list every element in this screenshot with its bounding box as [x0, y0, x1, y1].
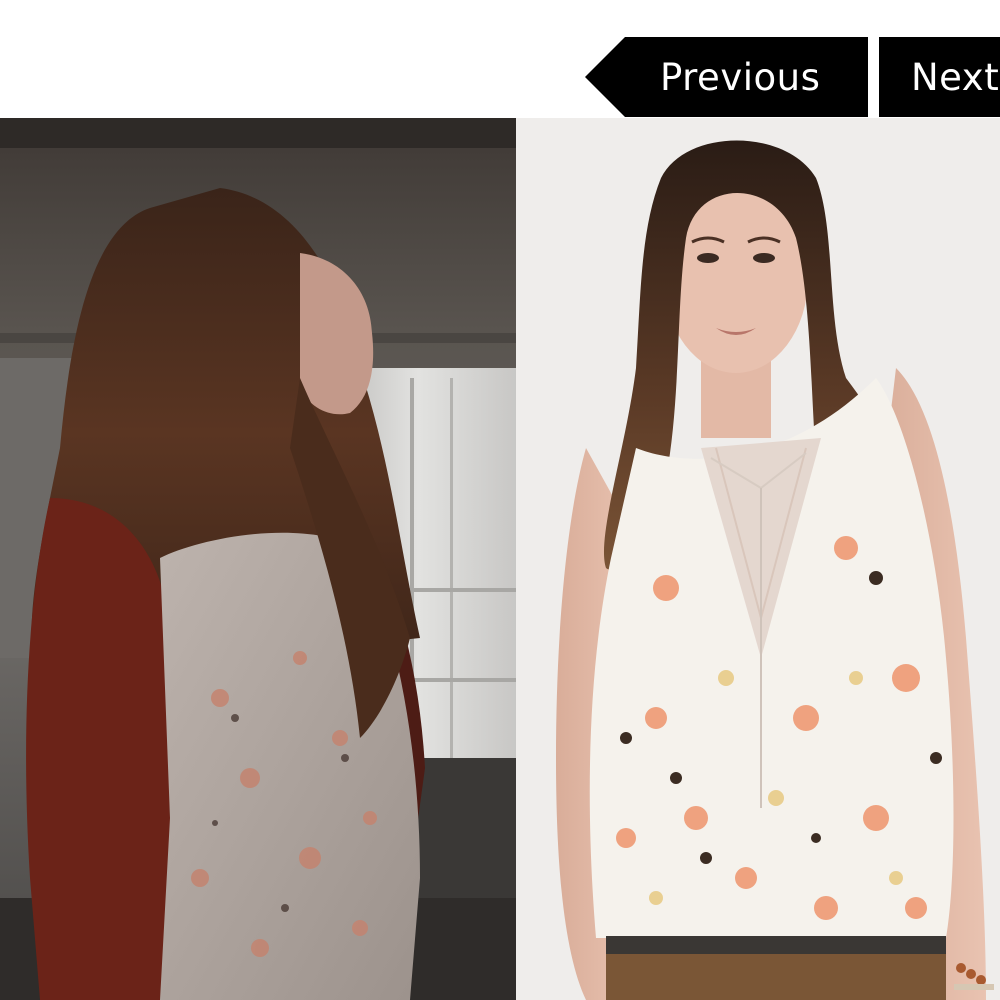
product-photo-image: [516, 118, 1000, 1000]
navigation-bar: Previous Next: [0, 0, 1000, 118]
comparison-page: Previous Next: [0, 0, 1000, 1000]
scene-still-image: [0, 118, 516, 1000]
previous-button[interactable]: Previous: [585, 37, 868, 117]
next-button-label: Next: [911, 55, 1000, 99]
next-button[interactable]: Next: [879, 37, 1000, 117]
previous-button-label: Previous: [660, 55, 821, 99]
